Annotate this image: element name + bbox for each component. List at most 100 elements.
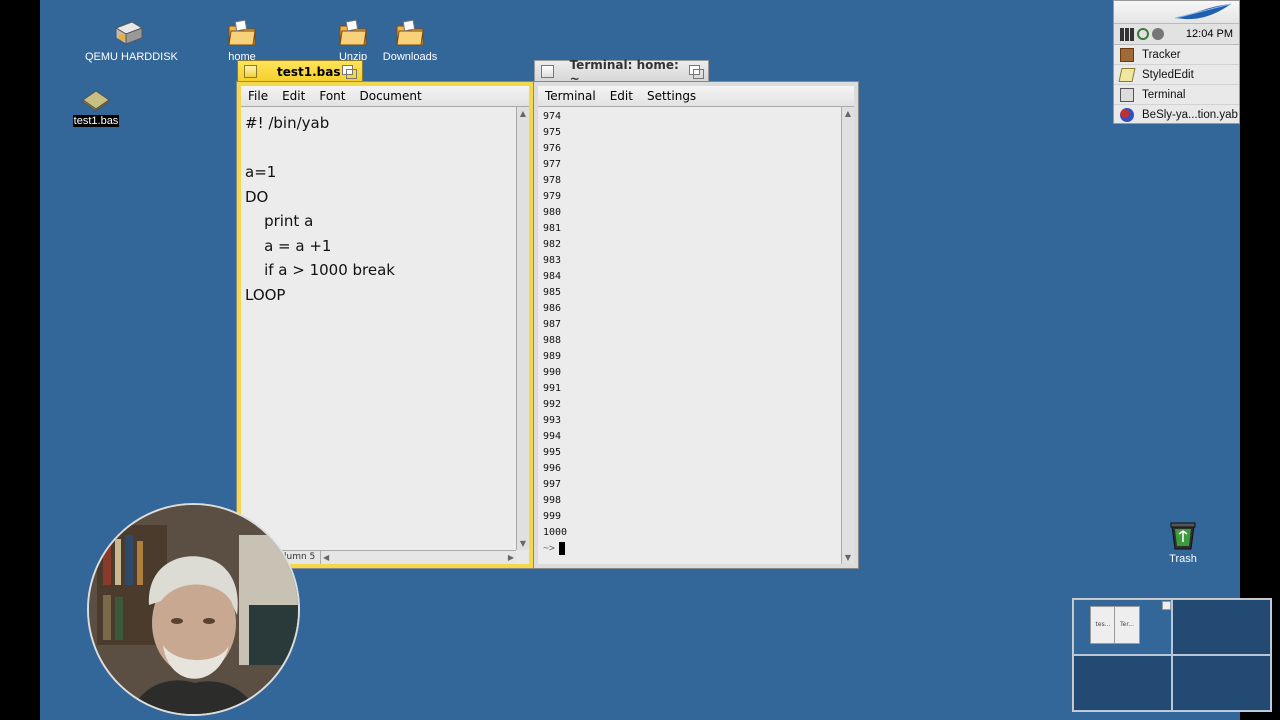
workspace-4[interactable] [1172, 655, 1271, 711]
zoom-button[interactable] [688, 65, 705, 79]
editor-window-title: test1.bas [277, 64, 341, 79]
terminal-line: 1000 [543, 527, 568, 538]
terminal-line: 979 [543, 191, 562, 202]
code-line: #! /bin/yab [245, 114, 330, 132]
test1-bas-file-icon[interactable]: test1.bas [66, 88, 126, 127]
terminal-line: 990 [543, 367, 562, 378]
terminal-prompt: ~> [543, 543, 556, 554]
terminal-output[interactable]: 974 975 976 977 978 979 980 981 982 983 984 985 986 9… [538, 107, 841, 564]
workspaces-applet[interactable]: tes... Ter... [1072, 598, 1272, 712]
terminal-frame: Terminal Edit Settings 974 975 976 977 978 97… [533, 81, 859, 569]
scroll-down-arrow-icon[interactable]: ▼ [842, 551, 854, 564]
terminal-line: 984 [543, 271, 562, 282]
styled-edit-icon [1118, 67, 1136, 82]
terminal-line: 976 [543, 143, 562, 154]
menu-font[interactable]: Font [312, 89, 352, 103]
menu-edit[interactable]: Edit [603, 89, 640, 103]
terminal-icon [1120, 87, 1134, 102]
terminal-line: 986 [543, 303, 562, 314]
trash-icon[interactable]: Trash [1153, 520, 1213, 565]
close-button[interactable] [541, 65, 554, 78]
scroll-left-arrow-icon[interactable]: ◀ [323, 553, 329, 562]
deskbar-app-terminal[interactable]: Terminal [1114, 85, 1239, 105]
terminal-vertical-scrollbar[interactable]: ▲ ▼ [841, 107, 854, 564]
code-line: DO [245, 187, 269, 206]
folder-icon [228, 19, 256, 46]
terminal-line: 974 [543, 111, 562, 122]
deskbar-app-tracker[interactable]: Tracker [1114, 45, 1239, 65]
harddisk-icon [114, 21, 144, 45]
code-line: LOOP [245, 285, 286, 304]
editor-window[interactable]: test1.bas File Edit Font Document #! /bi… [236, 60, 534, 569]
terminal-window-tab[interactable]: Terminal: home: ~ [534, 58, 709, 86]
menu-file[interactable]: File [241, 89, 275, 103]
scroll-up-arrow-icon[interactable]: ▲ [517, 107, 529, 120]
terminal-lines: 974 975 976 977 978 979 980 981 982 983 984 985 986 9… [543, 109, 836, 541]
tracker-icon [1120, 47, 1134, 62]
close-button[interactable] [244, 65, 257, 78]
document-icon [82, 90, 110, 112]
code-line: a = a +1 [245, 236, 332, 255]
clock[interactable]: 12:04 PM [1186, 28, 1233, 40]
workspace-2[interactable] [1172, 599, 1271, 655]
editor-vertical-scrollbar[interactable]: ▲ ▼ [516, 107, 529, 550]
qemu-harddisk-icon[interactable]: QEMU HARDDISK [84, 18, 178, 63]
terminal-line: 994 [543, 431, 562, 442]
terminal-line: 993 [543, 415, 562, 426]
terminal-line: 992 [543, 399, 562, 410]
deskbar-tray: 12:04 PM [1114, 23, 1239, 45]
terminal-menubar: Terminal Edit Settings [538, 86, 854, 107]
editor-text-area[interactable]: #! /bin/yab a=1 DO print a a = a +1 if a… [241, 107, 516, 550]
terminal-line: 977 [543, 159, 562, 170]
terminal-line: 998 [543, 495, 562, 506]
media-icon[interactable] [1152, 28, 1164, 40]
code-line: print a [245, 212, 314, 230]
editor-menubar: File Edit Font Document [241, 86, 529, 107]
scroll-up-arrow-icon[interactable]: ▲ [842, 107, 854, 120]
deskbar-app-stylededit[interactable]: StyledEdit [1114, 65, 1239, 85]
scroll-down-arrow-icon[interactable]: ▼ [517, 537, 529, 550]
terminal-line: 975 [543, 127, 562, 138]
downloads-folder-icon[interactable]: Downloads [376, 18, 444, 63]
workspace-window-thumb: tes... [1090, 606, 1116, 644]
process-monitor-icon[interactable] [1120, 27, 1134, 41]
terminal-line: 996 [543, 463, 562, 474]
editor-frame: File Edit Font Document #! /bin/yab a=1 … [236, 81, 534, 569]
terminal-line: 987 [543, 319, 562, 330]
workspace-3[interactable] [1073, 655, 1172, 711]
terminal-line: 978 [543, 175, 562, 186]
deskbar-app-label: BeSly-ya...tion.yab [1142, 109, 1238, 121]
deskbar: 12:04 PM Tracker StyledEdit Terminal BeS… [1113, 0, 1240, 124]
scroll-right-arrow-icon[interactable]: ▶ [508, 553, 514, 562]
menu-document[interactable]: Document [352, 89, 428, 103]
person-video-image [89, 505, 298, 714]
menu-terminal[interactable]: Terminal [538, 89, 603, 103]
terminal-window[interactable]: Terminal: home: ~ Terminal Edit Settings… [533, 58, 859, 569]
workspace-1[interactable]: tes... Ter... [1073, 599, 1172, 655]
desktop: QEMU HARDDISK home Unzip Downloads test1… [40, 0, 1272, 720]
menu-settings[interactable]: Settings [640, 89, 703, 103]
workspace-window-thumb: Ter... [1114, 606, 1140, 644]
terminal-line: 982 [543, 239, 562, 250]
editor-horizontal-scrollbar[interactable]: ◀ ▶ [321, 553, 516, 562]
code-line: if a > 1000 break [245, 261, 395, 279]
deskbar-app-label: StyledEdit [1142, 68, 1194, 81]
terminal-line: 985 [543, 287, 562, 298]
trash-can-icon [1170, 522, 1196, 550]
text-cursor [559, 541, 566, 555]
home-folder-icon[interactable]: home [212, 18, 272, 63]
terminal-line: 988 [543, 335, 562, 346]
workspace-window-thumb [1162, 601, 1171, 610]
editor-window-tab[interactable]: test1.bas [237, 60, 363, 82]
terminal-line: 983 [543, 255, 562, 266]
menu-edit[interactable]: Edit [275, 89, 312, 103]
network-icon[interactable] [1137, 28, 1149, 40]
zoom-button[interactable] [342, 65, 357, 79]
deskbar-app-besly[interactable]: BeSly-ya...tion.yab [1114, 105, 1239, 125]
unzip-folder-icon[interactable]: Unzip [323, 18, 383, 63]
terminal-line: 981 [543, 223, 562, 234]
folder-icon [396, 19, 424, 46]
leaf-menu-button[interactable] [1114, 1, 1239, 23]
terminal-line: 995 [543, 447, 562, 458]
